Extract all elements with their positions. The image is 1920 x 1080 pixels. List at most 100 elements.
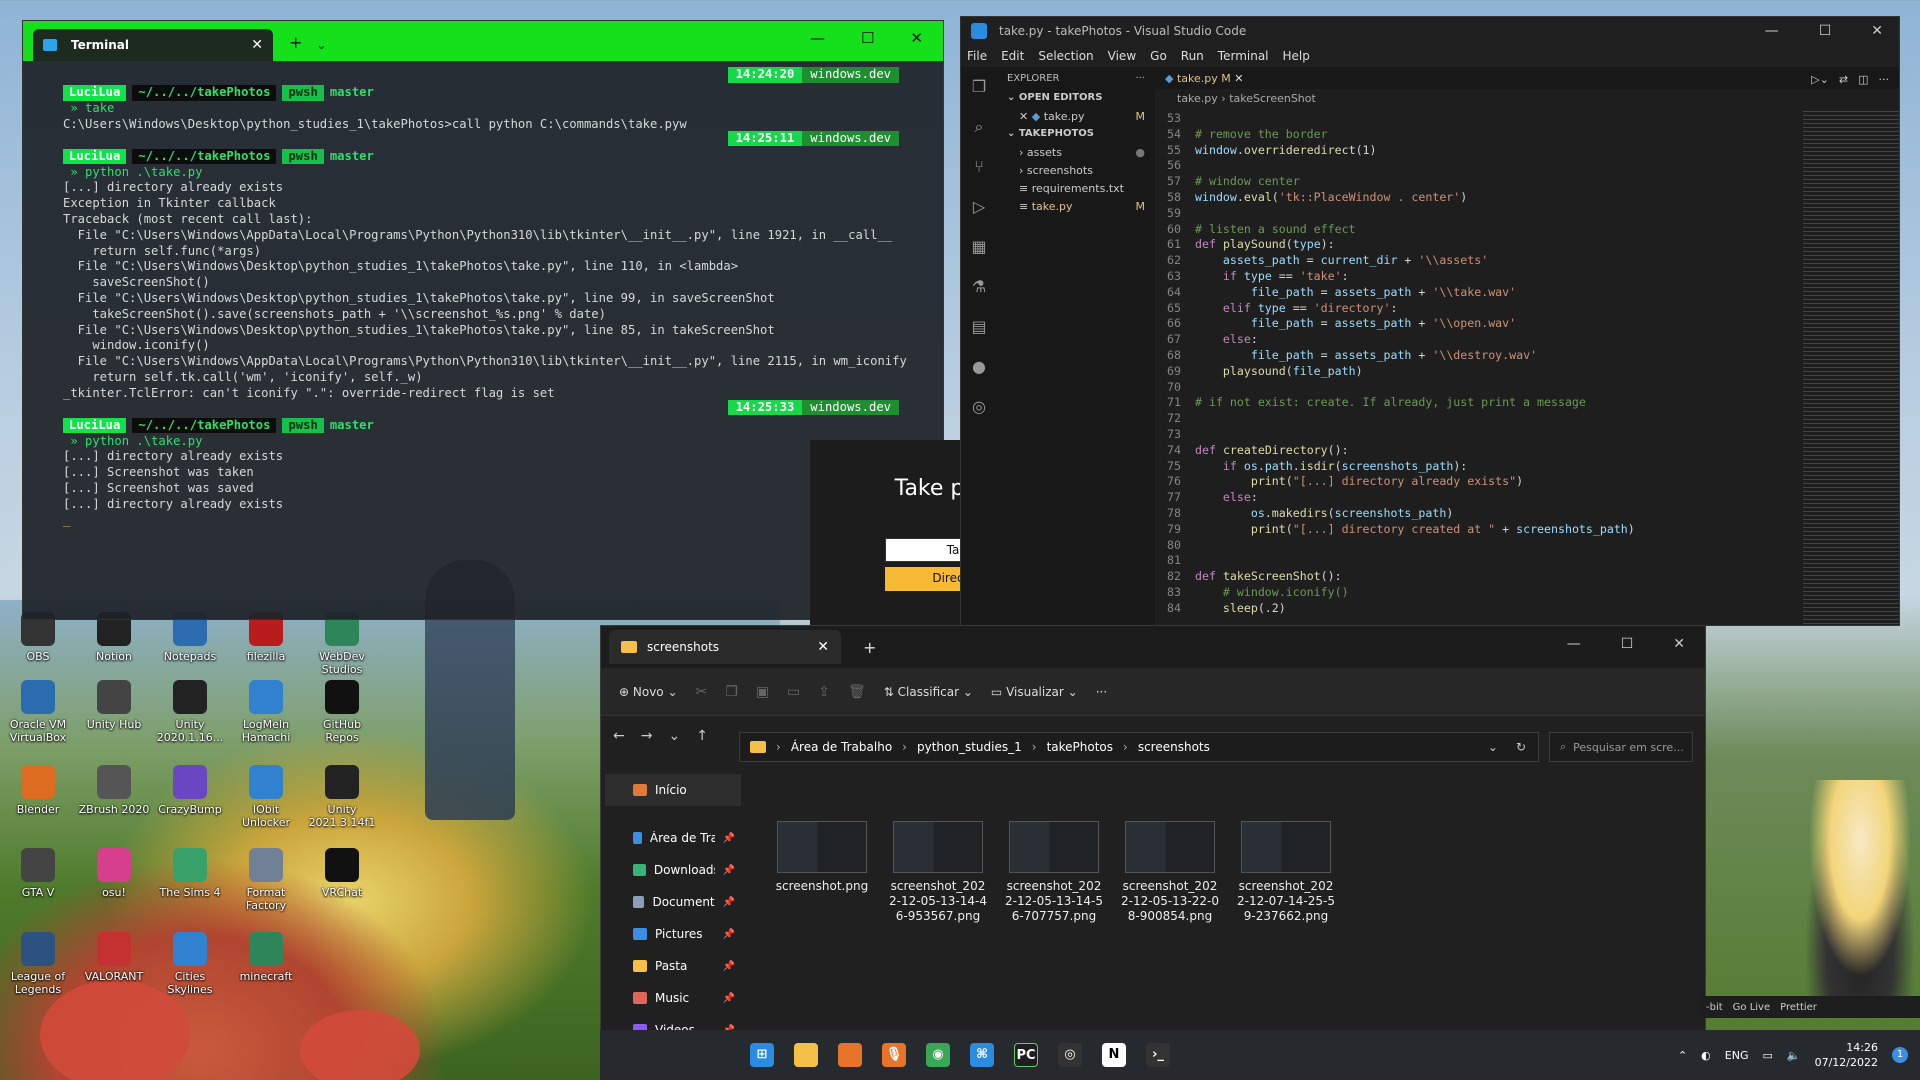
minimize-button[interactable]: — bbox=[1567, 636, 1581, 652]
project-section[interactable]: ⌄ TAKEPHOTOS bbox=[997, 126, 1155, 144]
open-editors-section[interactable]: ⌄ OPEN EDITORS bbox=[997, 90, 1155, 108]
close-button[interactable]: ✕ bbox=[910, 29, 923, 47]
breadcrumb-segment[interactable]: screenshots bbox=[1138, 740, 1210, 754]
git-graph-icon[interactable]: ◎ bbox=[969, 397, 989, 417]
notebook-icon[interactable]: ▤ bbox=[969, 317, 989, 337]
file-explorer-app-icon[interactable] bbox=[794, 1043, 818, 1067]
notification-badge[interactable]: 1 bbox=[1892, 1047, 1908, 1063]
minimize-button[interactable]: — bbox=[1765, 23, 1779, 39]
copy-icon[interactable]: ❐ bbox=[725, 684, 738, 700]
terminal-output[interactable]: LuciLua ~/../../takePhotos pwsh master 14:24… bbox=[23, 61, 943, 619]
desktop-icon[interactable]: Unity 2020.1.16... bbox=[154, 680, 226, 744]
desktop-icon[interactable]: CrazyBump bbox=[154, 765, 226, 816]
clock[interactable]: 14:26 07/12/2022 bbox=[1815, 1040, 1878, 1070]
share-icon[interactable]: ⇪ bbox=[818, 684, 830, 700]
microphone-app-icon[interactable]: 🎙 bbox=[882, 1043, 906, 1067]
more-icon[interactable]: ··· bbox=[1135, 73, 1145, 84]
terminal-app-icon[interactable]: ›_ bbox=[1146, 1043, 1170, 1067]
open-editor-item[interactable]: ✕ ◆ take.py M bbox=[997, 108, 1155, 126]
menu-item[interactable]: Go bbox=[1150, 49, 1167, 63]
code-editor[interactable]: 53 54 # remove the border 55 window.override… bbox=[1155, 111, 1865, 625]
menu-item[interactable]: Edit bbox=[1001, 49, 1024, 63]
terminal-window[interactable]: Terminal ✕ + ⌄ — ☐ ✕ LuciLua ~/../../take… bbox=[22, 20, 944, 620]
status-item[interactable]: -bit bbox=[1706, 1002, 1723, 1013]
status-item[interactable]: Go Live bbox=[1733, 1002, 1770, 1013]
file-item[interactable]: screenshot_2022-12-05-13-14-56-707757.pn… bbox=[1003, 821, 1105, 924]
recent-icon[interactable]: ⌄ bbox=[668, 728, 680, 744]
close-button[interactable]: ✕ bbox=[1673, 636, 1685, 652]
chevron-down-icon[interactable]: ⌄ bbox=[1488, 740, 1498, 754]
desktop-icon[interactable]: LogMeIn Hamachi bbox=[230, 680, 302, 744]
rename-icon[interactable]: ▭ bbox=[787, 684, 800, 700]
view-button[interactable]: ▭ Visualizar ⌄ bbox=[991, 685, 1078, 699]
desktop-icon[interactable]: osu! bbox=[78, 848, 150, 899]
breadcrumb-segment[interactable]: Área de Trabalho bbox=[791, 740, 892, 754]
close-tab-icon[interactable]: ✕ bbox=[251, 37, 263, 53]
menu-item[interactable]: Run bbox=[1181, 49, 1204, 63]
delete-icon[interactable]: 🗑 bbox=[848, 684, 866, 700]
desktop-icon[interactable]: GitHub Repos bbox=[306, 680, 378, 744]
quick-access-item[interactable]: Pictures 📌 bbox=[605, 918, 741, 950]
chrome-app-icon[interactable]: ◉ bbox=[926, 1043, 950, 1067]
terminal-tab[interactable]: Terminal ✕ bbox=[33, 29, 273, 61]
split-editor-icon[interactable]: ◫ bbox=[1858, 73, 1868, 86]
close-button[interactable]: ✕ bbox=[1871, 23, 1883, 39]
forward-icon[interactable]: → bbox=[641, 728, 653, 744]
new-button[interactable]: ⊕ Novo ⌄ bbox=[619, 685, 678, 699]
file-item[interactable]: screenshot_2022-12-05-13-14-46-953567.pn… bbox=[887, 821, 989, 924]
file-item[interactable]: screenshot.png bbox=[771, 821, 873, 924]
source-control-icon[interactable]: ⑂ bbox=[969, 157, 989, 177]
new-tab-button[interactable]: + bbox=[863, 638, 876, 657]
tab-take-py[interactable]: ◆ take.py M ✕ bbox=[1165, 72, 1243, 85]
breadcrumb-segment[interactable]: takePhotos bbox=[1047, 740, 1113, 754]
volume-icon[interactable]: 🔈 bbox=[1787, 1049, 1801, 1062]
vscode-app-icon[interactable]: ⌘ bbox=[970, 1043, 994, 1067]
menu-item[interactable]: File bbox=[967, 49, 987, 63]
desktop-icon[interactable]: Blender bbox=[2, 765, 74, 816]
display-icon[interactable]: ▭ bbox=[1762, 1049, 1772, 1062]
nav-item-home[interactable]: Início bbox=[605, 774, 741, 806]
desktop-icon[interactable]: VALORANT bbox=[78, 932, 150, 983]
desktop-icon[interactable]: Oracle VM VirtualBox bbox=[2, 680, 74, 744]
new-tab-button[interactable]: + bbox=[289, 33, 302, 52]
desktop-icon[interactable]: VRChat bbox=[306, 848, 378, 899]
chevron-up-icon[interactable]: ⌃ bbox=[1678, 1049, 1687, 1062]
address-bar[interactable]: › Área de Trabalho › python_studies_1 › takeP… bbox=[739, 732, 1539, 762]
extensions-icon[interactable]: ▦ bbox=[969, 237, 989, 257]
tree-item[interactable]: › screenshots bbox=[997, 162, 1155, 180]
quick-access-item[interactable]: Pasta 📌 bbox=[605, 950, 741, 982]
desktop-icon[interactable]: Format Factory bbox=[230, 848, 302, 912]
search-icon[interactable]: ⌕ bbox=[969, 117, 989, 137]
language-indicator[interactable]: ENG bbox=[1725, 1049, 1749, 1062]
wifi-icon[interactable]: ◐ bbox=[1701, 1049, 1711, 1062]
file-explorer-window[interactable]: screenshots ✕ + — ☐ ✕ ⊕ Novo ⌄ ✂ ❐ ▣ ▭ ⇪… bbox=[600, 625, 1706, 1080]
files-icon[interactable]: ❐ bbox=[969, 77, 989, 97]
refresh-icon[interactable]: ↻ bbox=[1516, 740, 1526, 754]
chevron-down-icon[interactable]: ⌄ bbox=[316, 38, 326, 52]
maximize-button[interactable]: ☐ bbox=[861, 29, 874, 47]
file-item[interactable]: screenshot_2022-12-05-13-22-08-900854.pn… bbox=[1119, 821, 1221, 924]
more-icon[interactable]: ··· bbox=[1096, 685, 1107, 699]
tree-item[interactable]: ≡ take.py M bbox=[997, 198, 1155, 216]
run-icon[interactable]: ▷⌄ bbox=[1811, 73, 1829, 86]
back-icon[interactable]: ← bbox=[613, 728, 625, 744]
obs-app-icon[interactable]: ◎ bbox=[1058, 1043, 1082, 1067]
menu-item[interactable]: Terminal bbox=[1218, 49, 1269, 63]
up-icon[interactable]: ↑ bbox=[696, 728, 708, 744]
breadcrumb-segment[interactable]: python_studies_1 bbox=[917, 740, 1022, 754]
pycharm-app-icon[interactable]: PC bbox=[1014, 1043, 1038, 1067]
testing-icon[interactable]: ⚗ bbox=[969, 277, 989, 297]
run-debug-icon[interactable]: ▷ bbox=[969, 197, 989, 217]
desktop-icon[interactable]: minecraft bbox=[230, 932, 302, 983]
close-tab-icon[interactable]: ✕ bbox=[817, 639, 829, 655]
search-input[interactable]: ⌕ Pesquisar em scre... bbox=[1549, 732, 1693, 762]
menu-item[interactable]: Help bbox=[1283, 49, 1310, 63]
paste-icon[interactable]: ▣ bbox=[756, 684, 769, 700]
minimap[interactable] bbox=[1803, 111, 1899, 625]
desktop-icon[interactable]: League of Legends bbox=[2, 932, 74, 996]
desktop-icon[interactable]: Unity 2021.3.14f1 bbox=[306, 765, 378, 829]
desktop-icon[interactable]: IObit Unlocker bbox=[230, 765, 302, 829]
desktop-icon[interactable]: Cities Skylines bbox=[154, 932, 226, 996]
quick-access-item[interactable]: Documentos 📌 bbox=[605, 886, 741, 918]
start-button[interactable]: ⊞ bbox=[750, 1043, 774, 1067]
